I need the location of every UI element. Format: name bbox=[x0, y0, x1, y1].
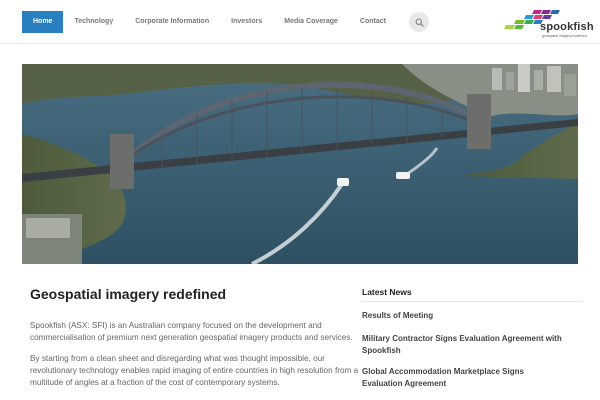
logo-tagline: geospatial imagery redefined bbox=[542, 34, 587, 38]
news-divider bbox=[362, 301, 582, 302]
page-title: Geospatial imagery redefined bbox=[30, 286, 227, 302]
harbour-bridge-image bbox=[22, 64, 578, 264]
spookfish-logo[interactable]: spookfish geospatial imagery redefined bbox=[500, 8, 594, 40]
search-icon bbox=[414, 17, 424, 27]
main-nav: Home Technology Corporate Information In… bbox=[22, 11, 397, 33]
nav-media-coverage[interactable]: Media Coverage bbox=[273, 11, 349, 33]
logo-wordmark: spookfish bbox=[540, 21, 594, 33]
news-link-military-contractor[interactable]: Military Contractor Signs Evaluation Agr… bbox=[362, 333, 562, 356]
nav-investors[interactable]: Investors bbox=[220, 11, 273, 33]
latest-news-heading: Latest News bbox=[362, 287, 412, 297]
search-button[interactable] bbox=[409, 12, 429, 32]
site-header: Home Technology Corporate Information In… bbox=[0, 0, 600, 44]
nav-contact[interactable]: Contact bbox=[349, 11, 397, 33]
technology-paragraph: By starting from a clean sheet and disre… bbox=[30, 354, 359, 387]
nav-home[interactable]: Home bbox=[22, 11, 64, 33]
nav-corporate-information[interactable]: Corporate Information bbox=[124, 11, 220, 33]
hero-image bbox=[22, 64, 578, 264]
nav-technology[interactable]: Technology bbox=[63, 11, 124, 33]
news-link-global-accommodation[interactable]: Global Accommodation Marketplace Signs E… bbox=[362, 366, 562, 389]
news-link-results-of-meeting[interactable]: Results of Meeting bbox=[362, 310, 562, 322]
intro-paragraph: Spookfish (ASX: SFI) is an Australian co… bbox=[30, 321, 353, 342]
